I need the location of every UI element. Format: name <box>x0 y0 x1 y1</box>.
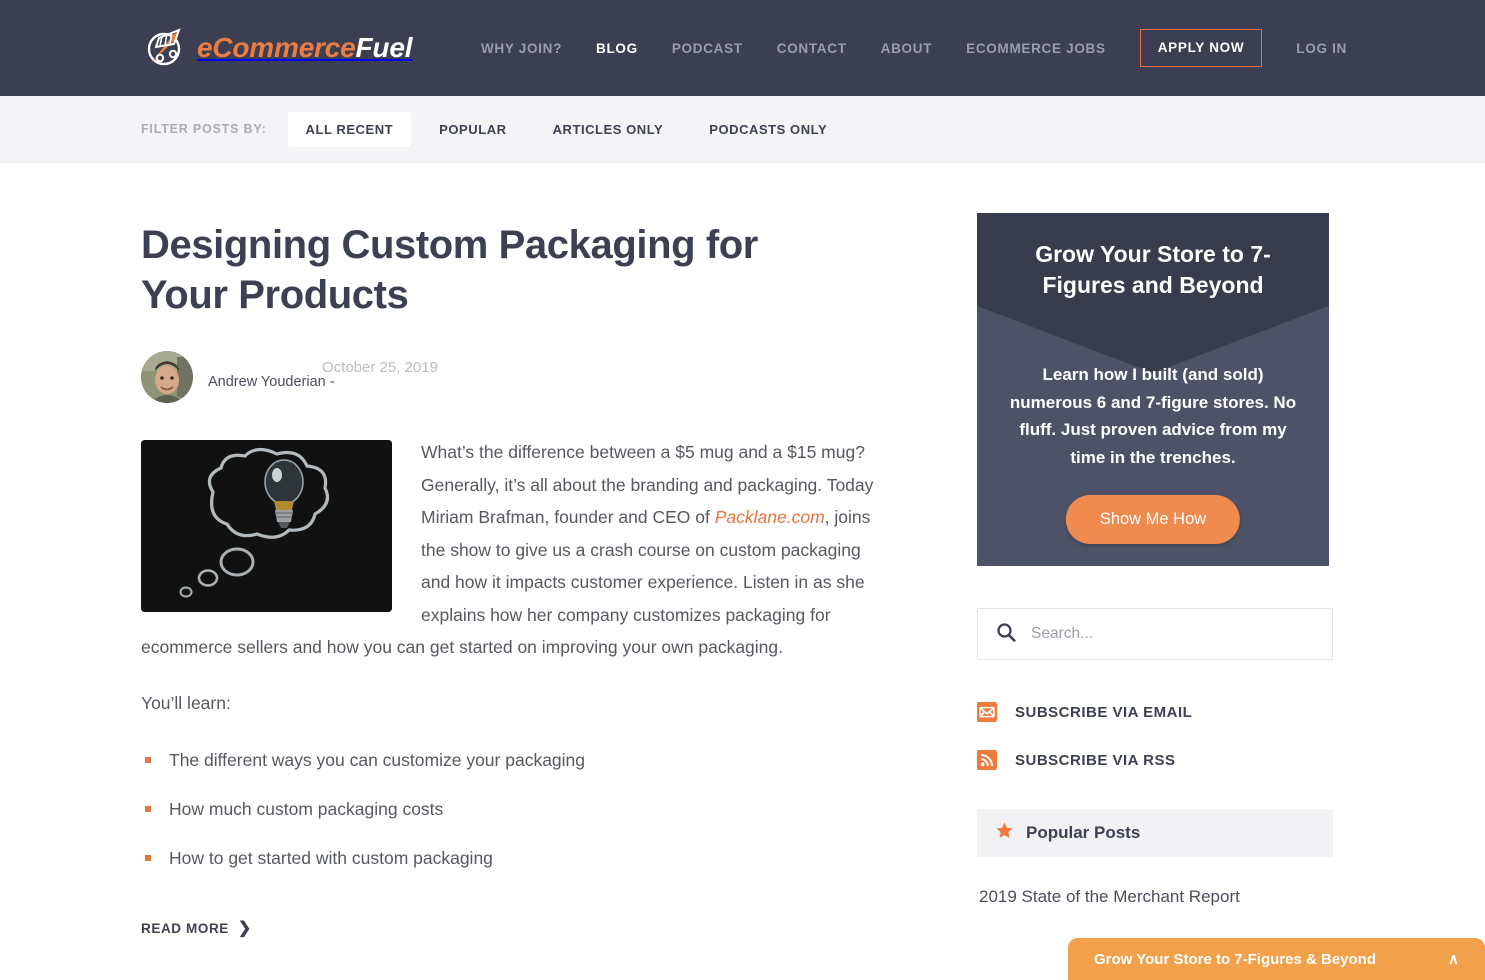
post-author: Andrew Youderian - <box>208 374 335 391</box>
filter-popular[interactable]: POPULAR <box>421 112 524 147</box>
star-icon <box>995 821 1014 845</box>
search-icon <box>996 622 1016 647</box>
subscribe-email-link[interactable]: SUBSCRIBE VIA EMAIL <box>977 702 1333 722</box>
read-more-label: READ MORE <box>141 921 229 937</box>
nav-item-ecommerce-jobs[interactable]: ECOMMERCE JOBS <box>966 41 1106 56</box>
popular-posts-header: Popular Posts <box>977 809 1333 857</box>
logo-text-secondary: Fuel <box>355 32 413 63</box>
search-box[interactable] <box>977 608 1333 660</box>
main-column: Designing Custom Packaging for Your Prod… <box>141 163 889 938</box>
log-in-link[interactable]: LOG IN <box>1296 41 1347 56</box>
cta-body: Learn how I built (and sold) numerous 6 … <box>1009 365 1297 467</box>
subscribe-links: SUBSCRIBE VIA EMAIL SUBSCRIBE VIA RSS <box>977 702 1333 770</box>
packlane-link[interactable]: Packlane.com <box>715 507 825 527</box>
learn-intro: You’ll learn: <box>141 693 231 714</box>
filter-all-recent[interactable]: ALL RECENT <box>287 111 412 147</box>
sticky-cta-label: Grow Your Store to 7-Figures & Beyond <box>1094 950 1376 968</box>
list-item: The different ways you can customize you… <box>141 746 889 774</box>
site-header: eCommerceFuel WHY JOIN? BLOG PODCAST CON… <box>0 0 1485 96</box>
shopping-cart-icon <box>143 25 189 71</box>
search-input[interactable] <box>1031 625 1314 643</box>
nav-item-about[interactable]: ABOUT <box>881 41 933 56</box>
learn-list: The different ways you can customize you… <box>141 746 889 872</box>
post-date: October 25, 2019 <box>322 359 438 377</box>
apply-now-button[interactable]: APPLY NOW <box>1139 29 1263 67</box>
subscribe-rss-link[interactable]: SUBSCRIBE VIA RSS <box>977 750 1333 770</box>
avatar <box>141 351 193 404</box>
content-wrapper: Designing Custom Packaging for Your Prod… <box>0 163 1485 938</box>
show-me-how-button[interactable]: Show Me How <box>1065 495 1241 544</box>
rss-icon <box>977 750 997 770</box>
popular-post-item[interactable]: 2019 State of the Merchant Report <box>977 884 1333 910</box>
list-item: How much custom packaging costs <box>141 795 889 823</box>
cta-title: Grow Your Store to 7-Figures and Beyond <box>1035 241 1271 299</box>
logo-text-primary: eCommerce <box>197 32 356 63</box>
nav-item-blog[interactable]: BLOG <box>596 41 638 56</box>
subscribe-email-label: SUBSCRIBE VIA EMAIL <box>1015 703 1193 721</box>
nav-item-why-join[interactable]: WHY JOIN? <box>481 41 562 56</box>
post-byline: Andrew Youderian - October 25, 2019 <box>141 351 889 404</box>
page-root: eCommerceFuel WHY JOIN? BLOG PODCAST CON… <box>0 0 1485 980</box>
cta-box: Grow Your Store to 7-Figures and Beyond … <box>977 213 1329 566</box>
post-title[interactable]: Designing Custom Packaging for Your Prod… <box>141 221 831 320</box>
post-thumbnail[interactable] <box>141 440 392 613</box>
nav-item-contact[interactable]: CONTACT <box>777 41 847 56</box>
post-excerpt: What’s the difference between a $5 mug a… <box>141 436 889 664</box>
sticky-cta-bar[interactable]: Grow Your Store to 7-Figures & Beyond ∧ <box>1068 938 1485 980</box>
popular-posts-title: Popular Posts <box>1026 823 1141 842</box>
envelope-icon <box>977 702 997 722</box>
chevron-up-icon[interactable]: ∧ <box>1448 950 1459 968</box>
logo-text: eCommerceFuel <box>197 32 412 64</box>
nav-item-podcast[interactable]: PODCAST <box>672 41 743 56</box>
filter-articles-only[interactable]: ARTICLES ONLY <box>535 112 682 147</box>
filter-podcasts-only[interactable]: PODCASTS ONLY <box>691 112 845 147</box>
site-logo[interactable]: eCommerceFuel <box>143 25 412 71</box>
filter-bar: FILTER POSTS BY: ALL RECENT POPULAR ARTI… <box>0 96 1485 163</box>
subscribe-rss-label: SUBSCRIBE VIA RSS <box>1015 751 1176 769</box>
main-navigation: WHY JOIN? BLOG PODCAST CONTACT ABOUT ECO… <box>481 29 1347 67</box>
filter-bar-label: FILTER POSTS BY: <box>141 122 267 136</box>
list-item: How to get started with custom packaging <box>141 844 889 872</box>
sidebar: Grow Your Store to 7-Figures and Beyond … <box>977 163 1333 938</box>
read-more-link[interactable]: READ MORE ❯ <box>141 919 252 937</box>
chevron-right-icon: ❯ <box>237 919 252 937</box>
